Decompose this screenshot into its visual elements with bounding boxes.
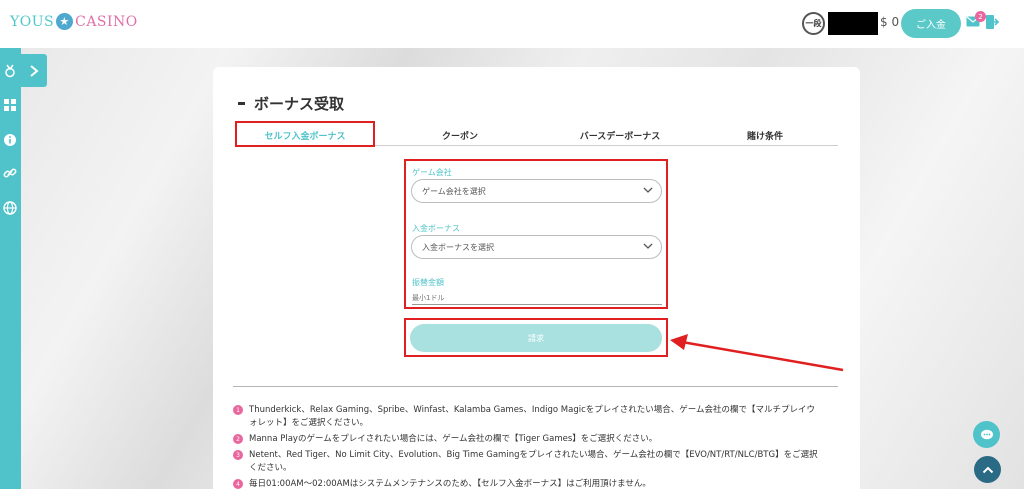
username-redacted: [828, 12, 878, 35]
note-item: 1 Thunderkick、Relax Gaming、Spribe、Winfas…: [233, 404, 823, 430]
claim-button[interactable]: 請求: [410, 324, 662, 352]
game-provider-placeholder: ゲーム会社を選択: [422, 186, 486, 196]
title-dash: [238, 102, 245, 105]
tab-coupon[interactable]: クーポン: [395, 124, 525, 146]
chat-button[interactable]: [973, 421, 1000, 448]
annotation-arrow-icon: [670, 334, 844, 372]
divider: [233, 386, 838, 387]
note-item: 3 Netent、Red Tiger、No Limit City、Evoluti…: [233, 449, 823, 475]
note-text: Netent、Red Tiger、No Limit City、Evolution…: [249, 450, 818, 473]
logo-text-left: YOUS: [10, 13, 55, 30]
tab-highlight-box: [235, 121, 375, 147]
globe-icon[interactable]: [3, 201, 17, 215]
note-item: 4 毎日01:00AM～02:00AMはシステムメンテナンスのため、【セルフ入金…: [233, 478, 823, 489]
bonus-card: ボーナス受取 セルフ入金ボーナス クーポン バースデーボーナス 賭け条件 ゲーム…: [213, 67, 860, 489]
page-title-wrap: ボーナス受取: [238, 93, 344, 114]
tab-label: クーポン: [441, 131, 478, 142]
tab-bar: セルフ入金ボーナス クーポン バースデーボーナス 賭け条件: [235, 121, 838, 147]
scroll-top-button[interactable]: [974, 456, 1001, 483]
medal-icon[interactable]: [3, 64, 17, 78]
game-provider-label: ゲーム会社: [412, 168, 452, 177]
sidebar-toggle-button[interactable]: [21, 54, 47, 87]
logo[interactable]: YOUS ★ CASINO: [10, 13, 138, 30]
logout-icon[interactable]: [985, 14, 999, 30]
bonus-form-highlight: ゲーム会社 ゲーム会社を選択 入金ボーナス 入金ボーナスを選択 振替金額: [404, 159, 668, 309]
note-text: Manna Playのゲームをプレイされたい場合には、ゲーム会社の欄で【Tige…: [249, 434, 658, 444]
deposit-bonus-select[interactable]: 入金ボーナスを選択: [411, 235, 662, 259]
chat-icon: [980, 429, 993, 439]
submit-highlight-box: 請求: [404, 318, 668, 357]
tab-label: バースデーボーナス: [579, 131, 661, 142]
game-provider-select[interactable]: ゲーム会社を選択: [411, 179, 662, 203]
deposit-bonus-placeholder: 入金ボーナスを選択: [422, 242, 494, 252]
amount-input[interactable]: [412, 291, 662, 305]
note-text: 毎日01:00AM～02:00AMはシステムメンテナンスのため、【セルフ入金ボー…: [249, 479, 651, 489]
tab-label: 賭け条件: [746, 131, 783, 142]
info-icon[interactable]: [3, 133, 17, 147]
notes-list: 1 Thunderkick、Relax Gaming、Spribe、Winfas…: [233, 404, 823, 489]
note-item: 2 Manna Playのゲームをプレイされたい場合には、ゲーム会社の欄で【Ti…: [233, 433, 823, 446]
note-number-badge: 3: [233, 450, 243, 460]
deposit-button[interactable]: ご入金: [901, 9, 961, 38]
chevron-down-icon: [643, 187, 653, 193]
logo-text-right: CASINO: [75, 13, 138, 30]
tab-wagering[interactable]: 賭け条件: [705, 124, 825, 146]
deposit-bonus-label: 入金ボーナス: [412, 224, 460, 233]
page-title: ボーナス受取: [254, 95, 345, 113]
rank-badge[interactable]: 一段: [802, 12, 825, 35]
chevron-right-icon: [30, 64, 39, 77]
chevron-up-icon: [982, 466, 993, 473]
balance-amount: $ 0: [880, 15, 900, 29]
sidebar: [0, 48, 21, 489]
header: YOUS ★ CASINO 一段 $ 0 ご入金 2: [0, 0, 1024, 48]
note-number-badge: 2: [233, 434, 243, 444]
link-icon[interactable]: [3, 166, 17, 180]
note-number-badge: 1: [233, 405, 243, 415]
note-text: Thunderkick、Relax Gaming、Spribe、Winfast、…: [249, 405, 816, 428]
grid-icon[interactable]: [3, 98, 17, 112]
note-number-badge: 4: [233, 479, 243, 489]
chevron-down-icon: [643, 243, 653, 249]
amount-label: 振替金額: [412, 278, 444, 287]
logo-star-icon: ★: [56, 13, 74, 30]
tab-birthday-bonus[interactable]: バースデーボーナス: [545, 124, 695, 146]
